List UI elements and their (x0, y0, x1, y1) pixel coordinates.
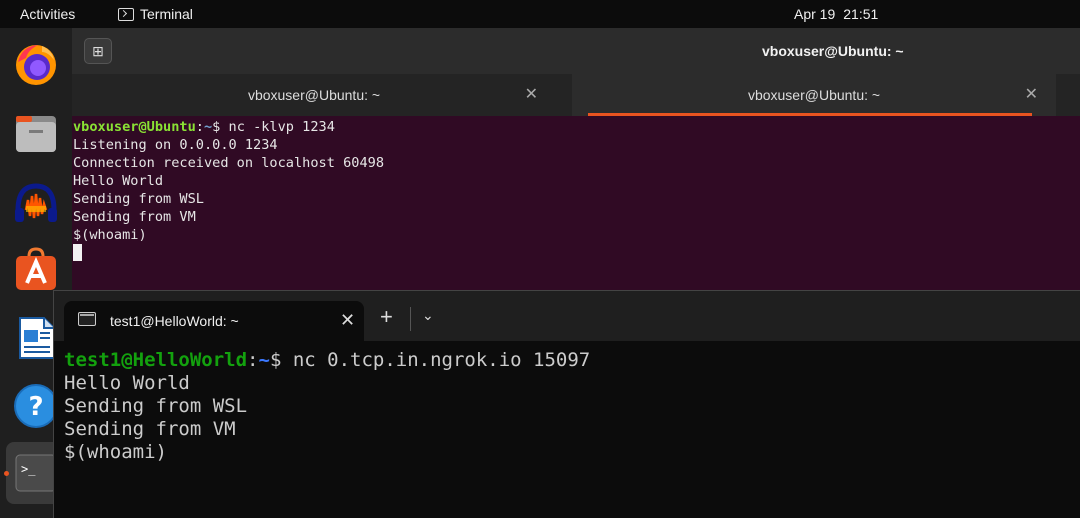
close-icon[interactable]: ✕ (340, 310, 355, 331)
prompt-line: vboxuser@Ubuntu:~$ nc -klvp 1234 (73, 118, 1073, 136)
window-header: ⊞ vboxuser@Ubuntu: ~ (72, 28, 1080, 74)
prompt-sep: : (195, 119, 204, 135)
terminal-icon (118, 7, 134, 21)
output-line: Connection received on localhost 60498 (73, 155, 384, 171)
new-tab-icon: ⊞ (92, 43, 104, 59)
command: nc 0.tcp.in.ngrok.io 15097 (292, 349, 591, 371)
prompt-user: test1@HelloWorld (64, 349, 248, 371)
prompt-user: vboxuser@Ubuntu (73, 119, 196, 135)
tab-strip: test1@HelloWorld: ~ ✕ + ⌄ (54, 291, 1080, 341)
console-icon (78, 312, 96, 326)
close-icon[interactable]: ✕ (1025, 84, 1038, 104)
clock-date: Apr 19 (794, 6, 836, 22)
window-title: vboxuser@Ubuntu: ~ (762, 43, 904, 59)
plus-icon[interactable]: + (380, 306, 393, 328)
tab-2[interactable]: vboxuser@Ubuntu: ~ ✕ (572, 74, 1056, 116)
output-line: Listening on 0.0.0.0 1234 (73, 137, 278, 153)
output-line: $(whoami) (73, 227, 147, 243)
tab-label: vboxuser@Ubuntu: ~ (247, 87, 381, 103)
app-center-icon[interactable] (12, 246, 60, 294)
prompt-symbol: $ (269, 349, 293, 371)
prompt-symbol: $ (212, 119, 229, 135)
activities-button[interactable]: Activities (20, 6, 75, 22)
output-line: Hello World (64, 372, 190, 394)
clock[interactable]: Apr 19 21:51 (794, 6, 878, 22)
top-bar: Activities Terminal Apr 19 21:51 (0, 0, 1080, 28)
tab-test1[interactable]: test1@HelloWorld: ~ ✕ (64, 301, 364, 341)
svg-text:?: ? (28, 392, 43, 422)
firefox-icon[interactable] (12, 40, 60, 88)
output-line: Sending from VM (64, 418, 236, 440)
separator (410, 307, 411, 331)
prompt-path: ~ (258, 349, 270, 371)
close-icon[interactable]: ✕ (525, 84, 538, 104)
tab-label: vboxuser@Ubuntu: ~ (747, 87, 881, 103)
prompt-path: ~ (203, 119, 213, 135)
active-tab-indicator (588, 113, 1032, 116)
clock-time: 21:51 (843, 6, 879, 22)
command: nc -klvp 1234 (228, 119, 335, 135)
files-icon[interactable] (12, 110, 60, 158)
prompt-line: test1@HelloWorld:~$ nc 0.tcp.in.ngrok.io… (64, 349, 1074, 372)
output-line: Sending from WSL (64, 395, 248, 417)
app-name: Terminal (140, 6, 193, 22)
app-menu[interactable]: Terminal (118, 6, 193, 22)
output-line: Sending from VM (73, 209, 196, 225)
chevron-down-icon[interactable]: ⌄ (422, 307, 434, 324)
text-cursor (73, 244, 82, 261)
ubuntu-terminal-window[interactable]: ⊞ vboxuser@Ubuntu: ~ vboxuser@Ubuntu: ~ … (72, 28, 1080, 290)
tab-bar: vboxuser@Ubuntu: ~ ✕ vboxuser@Ubuntu: ~ … (72, 74, 1080, 116)
svg-text:>_: >_ (21, 462, 36, 476)
prompt-sep: : (247, 349, 259, 371)
audacity-icon[interactable] (12, 180, 60, 228)
output-line: $(whoami) (64, 441, 167, 463)
output-line: Hello World (73, 173, 164, 189)
output-line: Sending from WSL (73, 191, 204, 207)
terminal-output[interactable]: test1@HelloWorld:~$ nc 0.tcp.in.ngrok.io… (64, 349, 1074, 509)
running-indicator (4, 471, 9, 476)
windows-terminal-window[interactable]: test1@HelloWorld: ~ ✕ + ⌄ test1@HelloWor… (53, 290, 1080, 518)
terminal-output[interactable]: vboxuser@Ubuntu:~$ nc -klvp 1234 Listenin… (73, 118, 1073, 288)
new-tab-button[interactable]: ⊞ (84, 38, 112, 64)
tab-label: test1@HelloWorld: ~ (110, 313, 239, 329)
tab-1[interactable]: vboxuser@Ubuntu: ~ ✕ (72, 74, 556, 116)
